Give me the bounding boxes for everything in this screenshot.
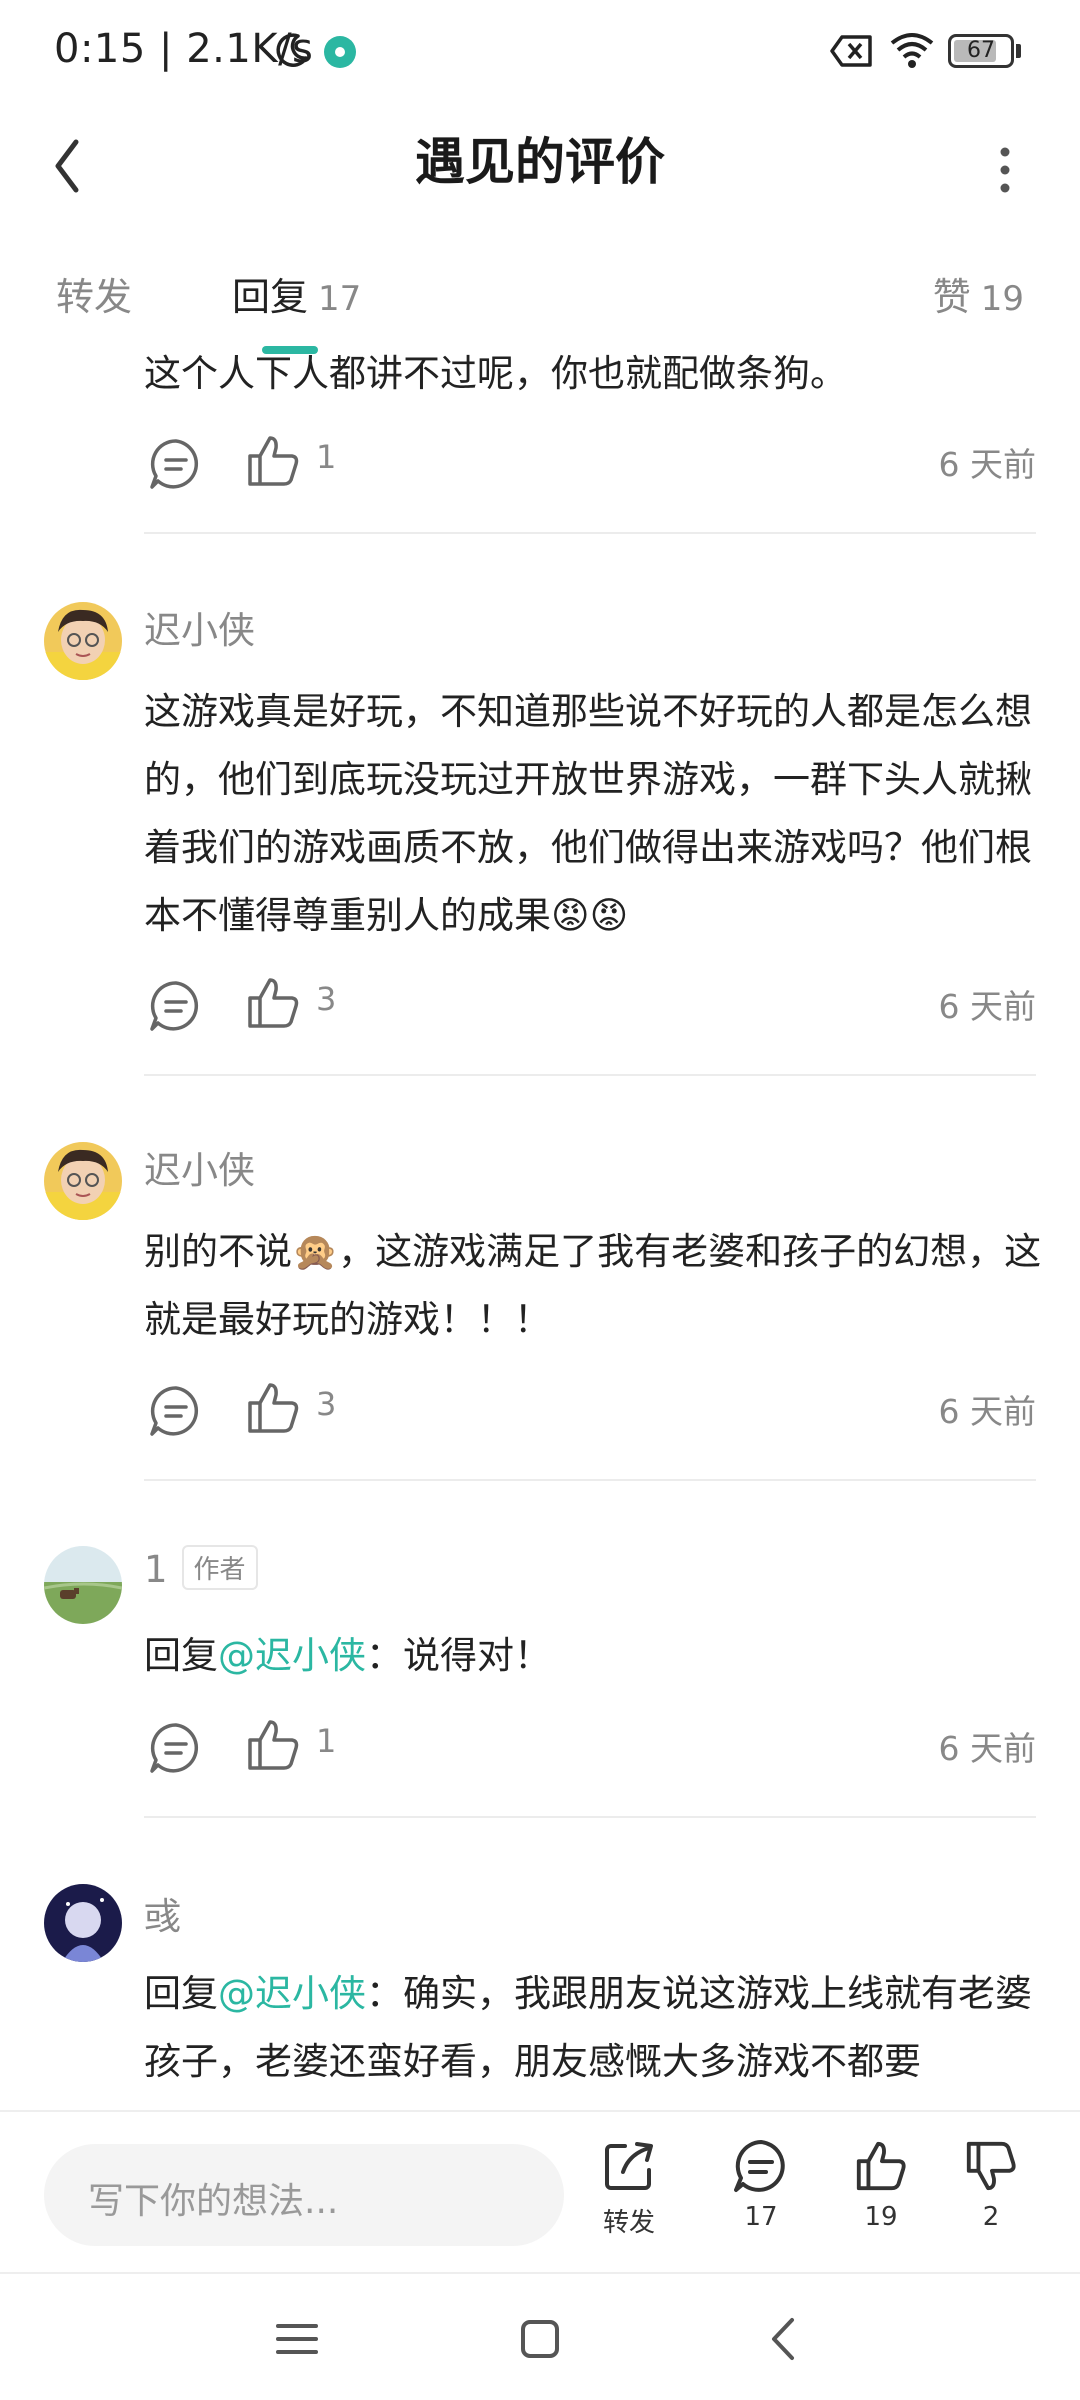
comment-username[interactable]: 迟小侠 bbox=[144, 1140, 255, 1194]
comment-actions: 3 6 天前 bbox=[144, 972, 1036, 1042]
comment-icon[interactable] bbox=[148, 436, 204, 492]
mention-link[interactable]: @迟小侠 bbox=[218, 1972, 366, 2015]
like-icon bbox=[856, 2141, 906, 2191]
comment-actions: 1 6 天前 bbox=[144, 430, 1036, 500]
author-badge: 作者 bbox=[181, 1545, 258, 1590]
tab-repost[interactable]: 转发 bbox=[56, 266, 132, 321]
comment-time: 6 天前 bbox=[938, 987, 1037, 1026]
tab-reply[interactable]: 回复 17 bbox=[232, 266, 361, 321]
comment-username[interactable]: 迟小侠 bbox=[144, 600, 255, 654]
divider bbox=[144, 1074, 1036, 1076]
share-icon bbox=[605, 2142, 653, 2190]
reply-prefix: 回复 bbox=[144, 1972, 218, 2015]
comment-icon[interactable] bbox=[148, 1383, 204, 1439]
avatar[interactable] bbox=[44, 602, 122, 680]
comment-actions: 1 6 天前 bbox=[144, 1714, 1036, 1784]
comment-text: 回复@迟小侠：确实，我跟朋友说这游戏上线就有老婆孩子，老婆还蛮好看，朋友感慨大多… bbox=[144, 1960, 1044, 2096]
comment-icon bbox=[734, 2140, 785, 2192]
no-sim-icon bbox=[830, 35, 872, 67]
tab-like-count: 19 bbox=[980, 279, 1024, 319]
divider bbox=[144, 1479, 1036, 1481]
tab-reply-label: 回复 bbox=[232, 275, 309, 319]
comment-icon[interactable] bbox=[148, 1720, 204, 1776]
username-text[interactable]: 1 bbox=[144, 1548, 168, 1591]
avatar[interactable] bbox=[44, 1142, 122, 1220]
like-count: 1 bbox=[316, 438, 337, 476]
wifi-icon bbox=[890, 33, 934, 68]
divider bbox=[144, 1816, 1036, 1818]
system-nav-bar bbox=[0, 2272, 1080, 2400]
like-count: 19 bbox=[864, 2202, 898, 2232]
tab-like-label: 赞 bbox=[932, 275, 971, 319]
battery-level: 67 bbox=[967, 38, 995, 63]
reply-prefix: 回复 bbox=[144, 1634, 218, 1677]
mention-link[interactable]: @迟小侠 bbox=[218, 1634, 366, 1677]
like-icon[interactable] bbox=[244, 432, 302, 490]
status-bar: 0:15 | 2.1K/s 67 bbox=[0, 0, 1080, 104]
moon-icon bbox=[276, 33, 308, 67]
vpn-status-icon bbox=[324, 36, 356, 68]
comment-time: 6 天前 bbox=[938, 1392, 1037, 1431]
more-icon[interactable] bbox=[980, 130, 1030, 210]
like-icon[interactable] bbox=[244, 1379, 302, 1437]
like-button[interactable]: 19 bbox=[826, 2138, 936, 2232]
bottom-action-bar: 写下你的想法... 转发 17 19 2 bbox=[0, 2110, 1080, 2270]
comment-count: 17 bbox=[744, 2202, 778, 2232]
comment-username[interactable]: 彧 bbox=[144, 1886, 181, 1940]
repost-button[interactable]: 转发 bbox=[574, 2138, 684, 2239]
like-icon[interactable] bbox=[244, 974, 302, 1032]
avatar[interactable] bbox=[44, 1884, 122, 1962]
home-icon[interactable] bbox=[505, 2304, 575, 2374]
comment-input-placeholder: 写下你的想法... bbox=[88, 2181, 339, 2222]
dislike-icon bbox=[966, 2141, 1016, 2191]
tab-repost-label: 转发 bbox=[56, 275, 133, 319]
menu-icon[interactable] bbox=[262, 2304, 332, 2374]
comment-text: 这个人下人都讲不过呢，你也就配做条狗。 bbox=[144, 352, 847, 395]
dislike-button[interactable]: 2 bbox=[936, 2138, 1046, 2232]
tab-like[interactable]: 赞 19 bbox=[933, 266, 1024, 321]
comment-time: 6 天前 bbox=[938, 445, 1037, 484]
comment-time: 6 天前 bbox=[938, 1729, 1037, 1768]
like-count: 1 bbox=[316, 1722, 337, 1760]
like-count: 3 bbox=[316, 980, 337, 1018]
back-icon[interactable] bbox=[750, 2304, 820, 2374]
page-title: 遇见的评价 bbox=[415, 133, 665, 191]
like-icon[interactable] bbox=[244, 1716, 302, 1774]
dislike-count: 2 bbox=[982, 2202, 1000, 2232]
tab-reply-count: 17 bbox=[318, 279, 362, 319]
comment-text: 这游戏真是好玩，不知道那些说不好玩的人都是怎么想的，他们到底玩没玩过开放世界游戏… bbox=[144, 690, 1032, 937]
avatar[interactable] bbox=[44, 1546, 122, 1624]
comment-actions: 3 6 天前 bbox=[144, 1377, 1036, 1447]
battery-icon: 67 bbox=[948, 34, 1014, 68]
divider bbox=[144, 532, 1036, 534]
reply-body: ：说得对！ bbox=[366, 1634, 551, 1677]
comment-input[interactable]: 写下你的想法... bbox=[44, 2144, 564, 2246]
comment-button[interactable]: 17 bbox=[706, 2138, 816, 2232]
comment-username: 1 作者 bbox=[144, 1545, 258, 1594]
repost-label: 转发 bbox=[602, 2208, 655, 2238]
comment-text: 回复@迟小侠：说得对！ bbox=[144, 1622, 1044, 1690]
like-count: 3 bbox=[316, 1385, 337, 1423]
comment-icon[interactable] bbox=[148, 978, 204, 1034]
comment-text: 别的不说🙊，这游戏满足了我有老婆和孩子的幻想，这就是最好玩的游戏！！！ bbox=[144, 1230, 1042, 1341]
page-header: 遇见的评价 bbox=[0, 104, 1080, 254]
